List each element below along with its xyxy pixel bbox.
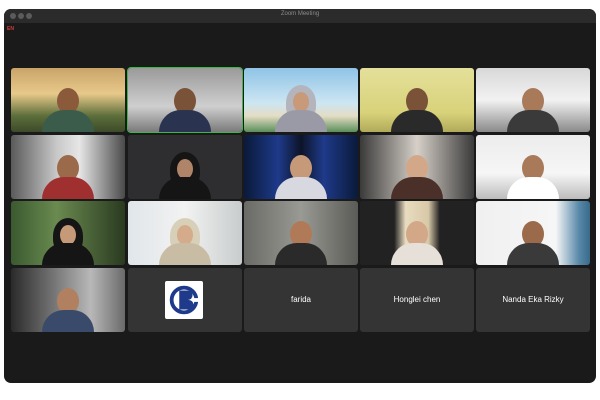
participant-tile-11[interactable] xyxy=(11,201,125,265)
participant-tile-12[interactable] xyxy=(128,201,242,265)
participant-name: Nanda Eka Rizky xyxy=(502,295,564,304)
participant-tile-6[interactable] xyxy=(11,135,125,199)
window-title: Zoom Meeting xyxy=(280,11,320,17)
participant-tile-14[interactable] xyxy=(360,201,474,265)
participant-figure xyxy=(38,88,98,132)
participant-tile-19[interactable]: Honglei chen xyxy=(360,268,474,332)
participant-figure xyxy=(271,221,331,265)
title-bar: Zoom Meeting xyxy=(4,9,596,23)
participant-tile-15[interactable] xyxy=(476,201,590,265)
participant-tile-13[interactable] xyxy=(244,201,358,265)
participant-figure xyxy=(503,221,563,265)
participant-figure xyxy=(38,155,98,199)
participant-figure xyxy=(155,218,215,265)
participant-tile-7[interactable] xyxy=(128,135,242,199)
logo-icon xyxy=(165,281,203,319)
language-badge[interactable]: EN xyxy=(7,26,14,32)
participant-figure xyxy=(503,155,563,199)
participant-figure xyxy=(271,85,331,132)
participant-figure xyxy=(503,88,563,132)
participant-tile-5[interactable] xyxy=(476,68,590,132)
participant-figure xyxy=(38,218,98,265)
participant-tile-1[interactable] xyxy=(11,68,125,132)
participant-name: farida xyxy=(290,295,311,304)
participant-tile-16[interactable] xyxy=(11,268,125,332)
zoom-window: Zoom Meeting EN farida Honglei chen Nand… xyxy=(4,9,596,383)
participant-figure xyxy=(38,288,98,332)
participant-figure xyxy=(387,155,447,199)
participant-figure xyxy=(155,88,215,132)
participant-name: Honglei chen xyxy=(393,295,441,304)
participant-tile-10[interactable] xyxy=(476,135,590,199)
participant-tile-17[interactable] xyxy=(128,268,242,332)
participant-tile-2[interactable] xyxy=(127,67,243,133)
participant-figure xyxy=(155,152,215,199)
participant-figure xyxy=(387,88,447,132)
participant-tile-9[interactable] xyxy=(360,135,474,199)
participant-tile-4[interactable] xyxy=(360,68,474,132)
participant-figure xyxy=(387,221,447,265)
participant-tile-18[interactable]: farida xyxy=(244,268,358,332)
participant-tile-8[interactable] xyxy=(244,135,358,199)
participant-figure xyxy=(271,155,331,199)
participant-tile-3[interactable] xyxy=(244,68,358,132)
participant-tile-20[interactable]: Nanda Eka Rizky xyxy=(476,268,590,332)
